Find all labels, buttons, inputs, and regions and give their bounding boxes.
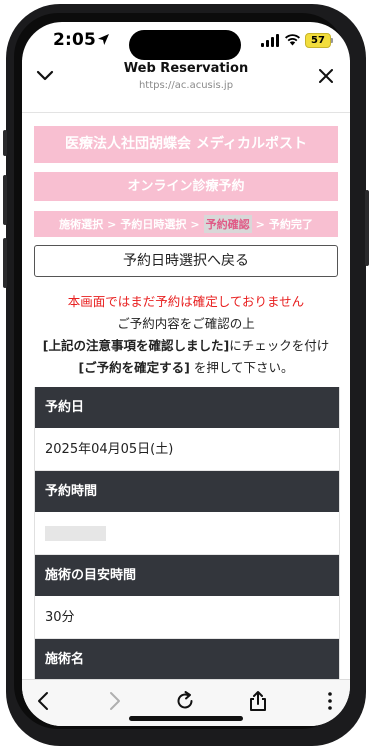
back-to-datetime-button[interactable]: 予約日時選択へ戻る — [34, 245, 338, 277]
volume-up-button — [3, 175, 7, 225]
browser-header: Web Reservation https://ac.acusis.jp — [22, 60, 350, 113]
battery-cap — [331, 38, 333, 43]
location-arrow-icon — [98, 34, 109, 45]
section-title: オンライン診療予約 — [34, 172, 338, 201]
instruction-line-1: ご予約内容をご確認の上 — [117, 316, 255, 331]
instruction-confirm-label: [ご予約を確定する] — [78, 360, 190, 375]
clinic-name-banner: 医療法人社団胡蝶会 メディカルポスト — [34, 126, 338, 163]
detail-header-treatment: 施術名 — [35, 639, 339, 679]
mute-switch — [3, 130, 7, 156]
detail-header-duration: 施術の目安時間 — [35, 555, 339, 596]
instruction-line-2-text: にチェックを付け — [229, 338, 330, 353]
more-icon[interactable] — [318, 690, 342, 712]
screen: 2:05 57 Web Reservation https://ac.acusi… — [22, 22, 350, 726]
warning-message: 本画面ではまだ予約は確定しておりません — [67, 294, 305, 309]
page-content: 医療法人社団胡蝶会 メディカルポスト オンライン診療予約 施術選択 > 予約日時… — [22, 112, 350, 679]
dynamic-island — [129, 30, 241, 60]
step-confirm-active: 予約確認 — [203, 215, 252, 233]
detail-value-duration: 30分 — [35, 596, 339, 639]
redacted-block — [45, 526, 106, 541]
step-complete: 予約完了 — [268, 218, 313, 231]
close-icon[interactable] — [319, 69, 333, 83]
step-select-datetime: 予約日時選択 — [120, 218, 187, 231]
detail-header-date: 予約日 — [35, 387, 339, 428]
instruction-line-2: [上記の注意事項を確認しました]にチェックを付け — [22, 335, 350, 354]
reload-icon[interactable] — [173, 690, 197, 712]
signal-icon — [261, 34, 279, 47]
phone-frame: 2:05 57 Web Reservation https://ac.acusi… — [0, 0, 372, 750]
detail-value-date: 2025年04月05日(土) — [35, 428, 339, 471]
power-button — [365, 190, 369, 266]
share-icon[interactable] — [246, 690, 270, 712]
browser-url: https://ac.acusis.jp — [138, 80, 234, 91]
forward-arrow-icon[interactable] — [102, 690, 126, 712]
step-separator: > — [107, 217, 117, 231]
step-select-treatment: 施術選択 — [59, 218, 104, 231]
wifi-icon — [285, 34, 300, 46]
browser-title: Web Reservation — [123, 61, 249, 76]
volume-down-button — [3, 238, 7, 288]
step-separator: > — [190, 217, 200, 231]
status-bar: 2:05 57 — [22, 22, 350, 60]
progress-steps: 施術選択 > 予約日時選択 > 予約確認 > 予約完了 — [34, 211, 338, 237]
instruction-line-3-text: を押して下さい。 — [189, 360, 294, 375]
status-time: 2:05 — [53, 30, 97, 50]
step-separator: > — [255, 217, 265, 231]
instruction-line-3: [ご予約を確定する] を押して下さい。 — [22, 357, 350, 376]
reservation-details: 予約日 2025年04月05日(土) 予約時間 施術の目安時間 30分 施術名 — [34, 387, 340, 679]
battery-icon: 57 — [305, 33, 331, 48]
detail-value-time — [35, 512, 339, 555]
detail-header-time: 予約時間 — [35, 471, 339, 512]
instruction-checkbox-label: [上記の注意事項を確認しました] — [42, 338, 230, 353]
home-indicator — [129, 716, 243, 721]
battery-level: 57 — [311, 35, 325, 46]
back-arrow-icon[interactable] — [32, 690, 56, 712]
